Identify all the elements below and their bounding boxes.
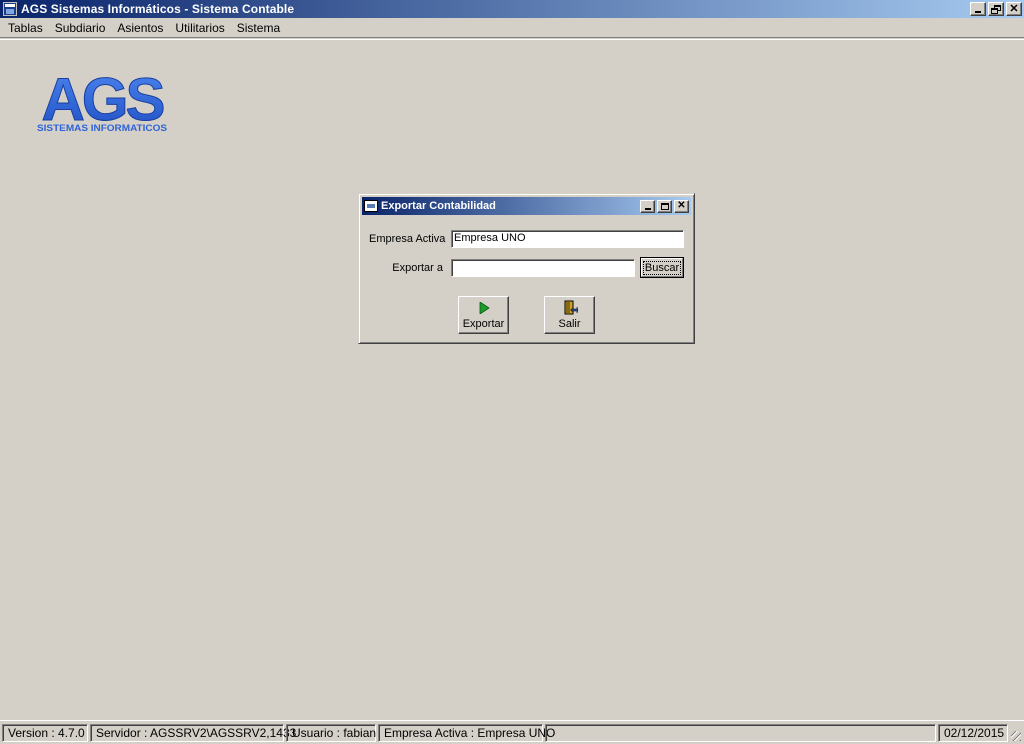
dialog-title-bar[interactable]: Exportar Contabilidad ✕	[362, 197, 691, 215]
empresa-activa-field[interactable]: Empresa UNO	[451, 230, 684, 248]
mdi-client-area	[0, 39, 1024, 718]
exportar-button-label: Exportar	[462, 318, 505, 330]
dialog-window-controls: ✕	[638, 199, 689, 213]
window-title: AGS Sistemas Informáticos - Sistema Cont…	[21, 2, 295, 16]
logo-tagline: SISTEMAS INFORMATICOS	[37, 123, 167, 134]
exit-door-icon	[562, 300, 578, 316]
buscar-button-face: Buscar	[641, 258, 683, 277]
exportar-a-label: Exportar a	[392, 262, 443, 274]
restore-icon-front	[991, 8, 998, 14]
dialog-minimize-button[interactable]	[640, 199, 655, 213]
status-fecha: 02/12/2015	[938, 723, 1008, 742]
close-icon: ✕	[1009, 2, 1019, 15]
status-usuario: Usuario : fabian	[286, 723, 376, 742]
dialog-icon[interactable]	[364, 200, 378, 212]
maximize-icon	[661, 202, 669, 210]
app-icon[interactable]	[3, 2, 17, 16]
menu-asientos[interactable]: Asientos	[111, 21, 169, 35]
resize-grip[interactable]	[1010, 724, 1022, 742]
menu-subdiario[interactable]: Subdiario	[49, 21, 112, 35]
close-icon: ✕	[677, 200, 686, 211]
dialog-maximize-button[interactable]	[657, 199, 672, 213]
play-icon	[476, 300, 492, 316]
status-empresa: Empresa Activa : Empresa UNO	[378, 723, 555, 742]
buscar-button[interactable]: Buscar	[640, 257, 684, 278]
salir-button-label: Salir	[558, 318, 581, 330]
dialog-close-button[interactable]: ✕	[674, 199, 689, 213]
exportar-a-field[interactable]	[451, 259, 635, 277]
salir-button[interactable]: Salir	[544, 296, 595, 334]
ags-logo: AGS SISTEMAS INFORMATICOS	[37, 68, 167, 134]
menu-bar: Tablas Subdiario Asientos Utilitarios Si…	[0, 18, 1024, 38]
exportar-button[interactable]: Exportar	[458, 296, 509, 334]
status-version: Version : 4.7.0	[2, 723, 88, 742]
empresa-activa-label: Empresa Activa	[369, 233, 446, 245]
buscar-button-label: Buscar	[642, 260, 682, 275]
menu-tablas[interactable]: Tablas	[2, 21, 49, 35]
menu-sistema[interactable]: Sistema	[231, 21, 286, 35]
status-bar: Version : 4.7.0 Servidor : AGSSRV2\AGSSR…	[0, 720, 1024, 744]
dialog-title: Exportar Contabilidad	[381, 200, 496, 212]
export-dialog: Exportar Contabilidad ✕ Empresa Activa E…	[358, 193, 695, 344]
menu-utilitarios[interactable]: Utilitarios	[169, 21, 230, 35]
window-controls: ✕	[968, 2, 1022, 16]
minimize-icon	[645, 207, 651, 210]
minimize-button[interactable]	[970, 2, 986, 16]
restore-button[interactable]	[988, 2, 1004, 16]
minimize-icon	[975, 11, 981, 13]
main-title-bar: AGS Sistemas Informáticos - Sistema Cont…	[0, 0, 1024, 18]
close-button[interactable]: ✕	[1006, 2, 1022, 16]
status-empty-panel	[545, 723, 936, 742]
status-servidor: Servidor : AGSSRV2\AGSSRV2,1433	[90, 723, 296, 742]
